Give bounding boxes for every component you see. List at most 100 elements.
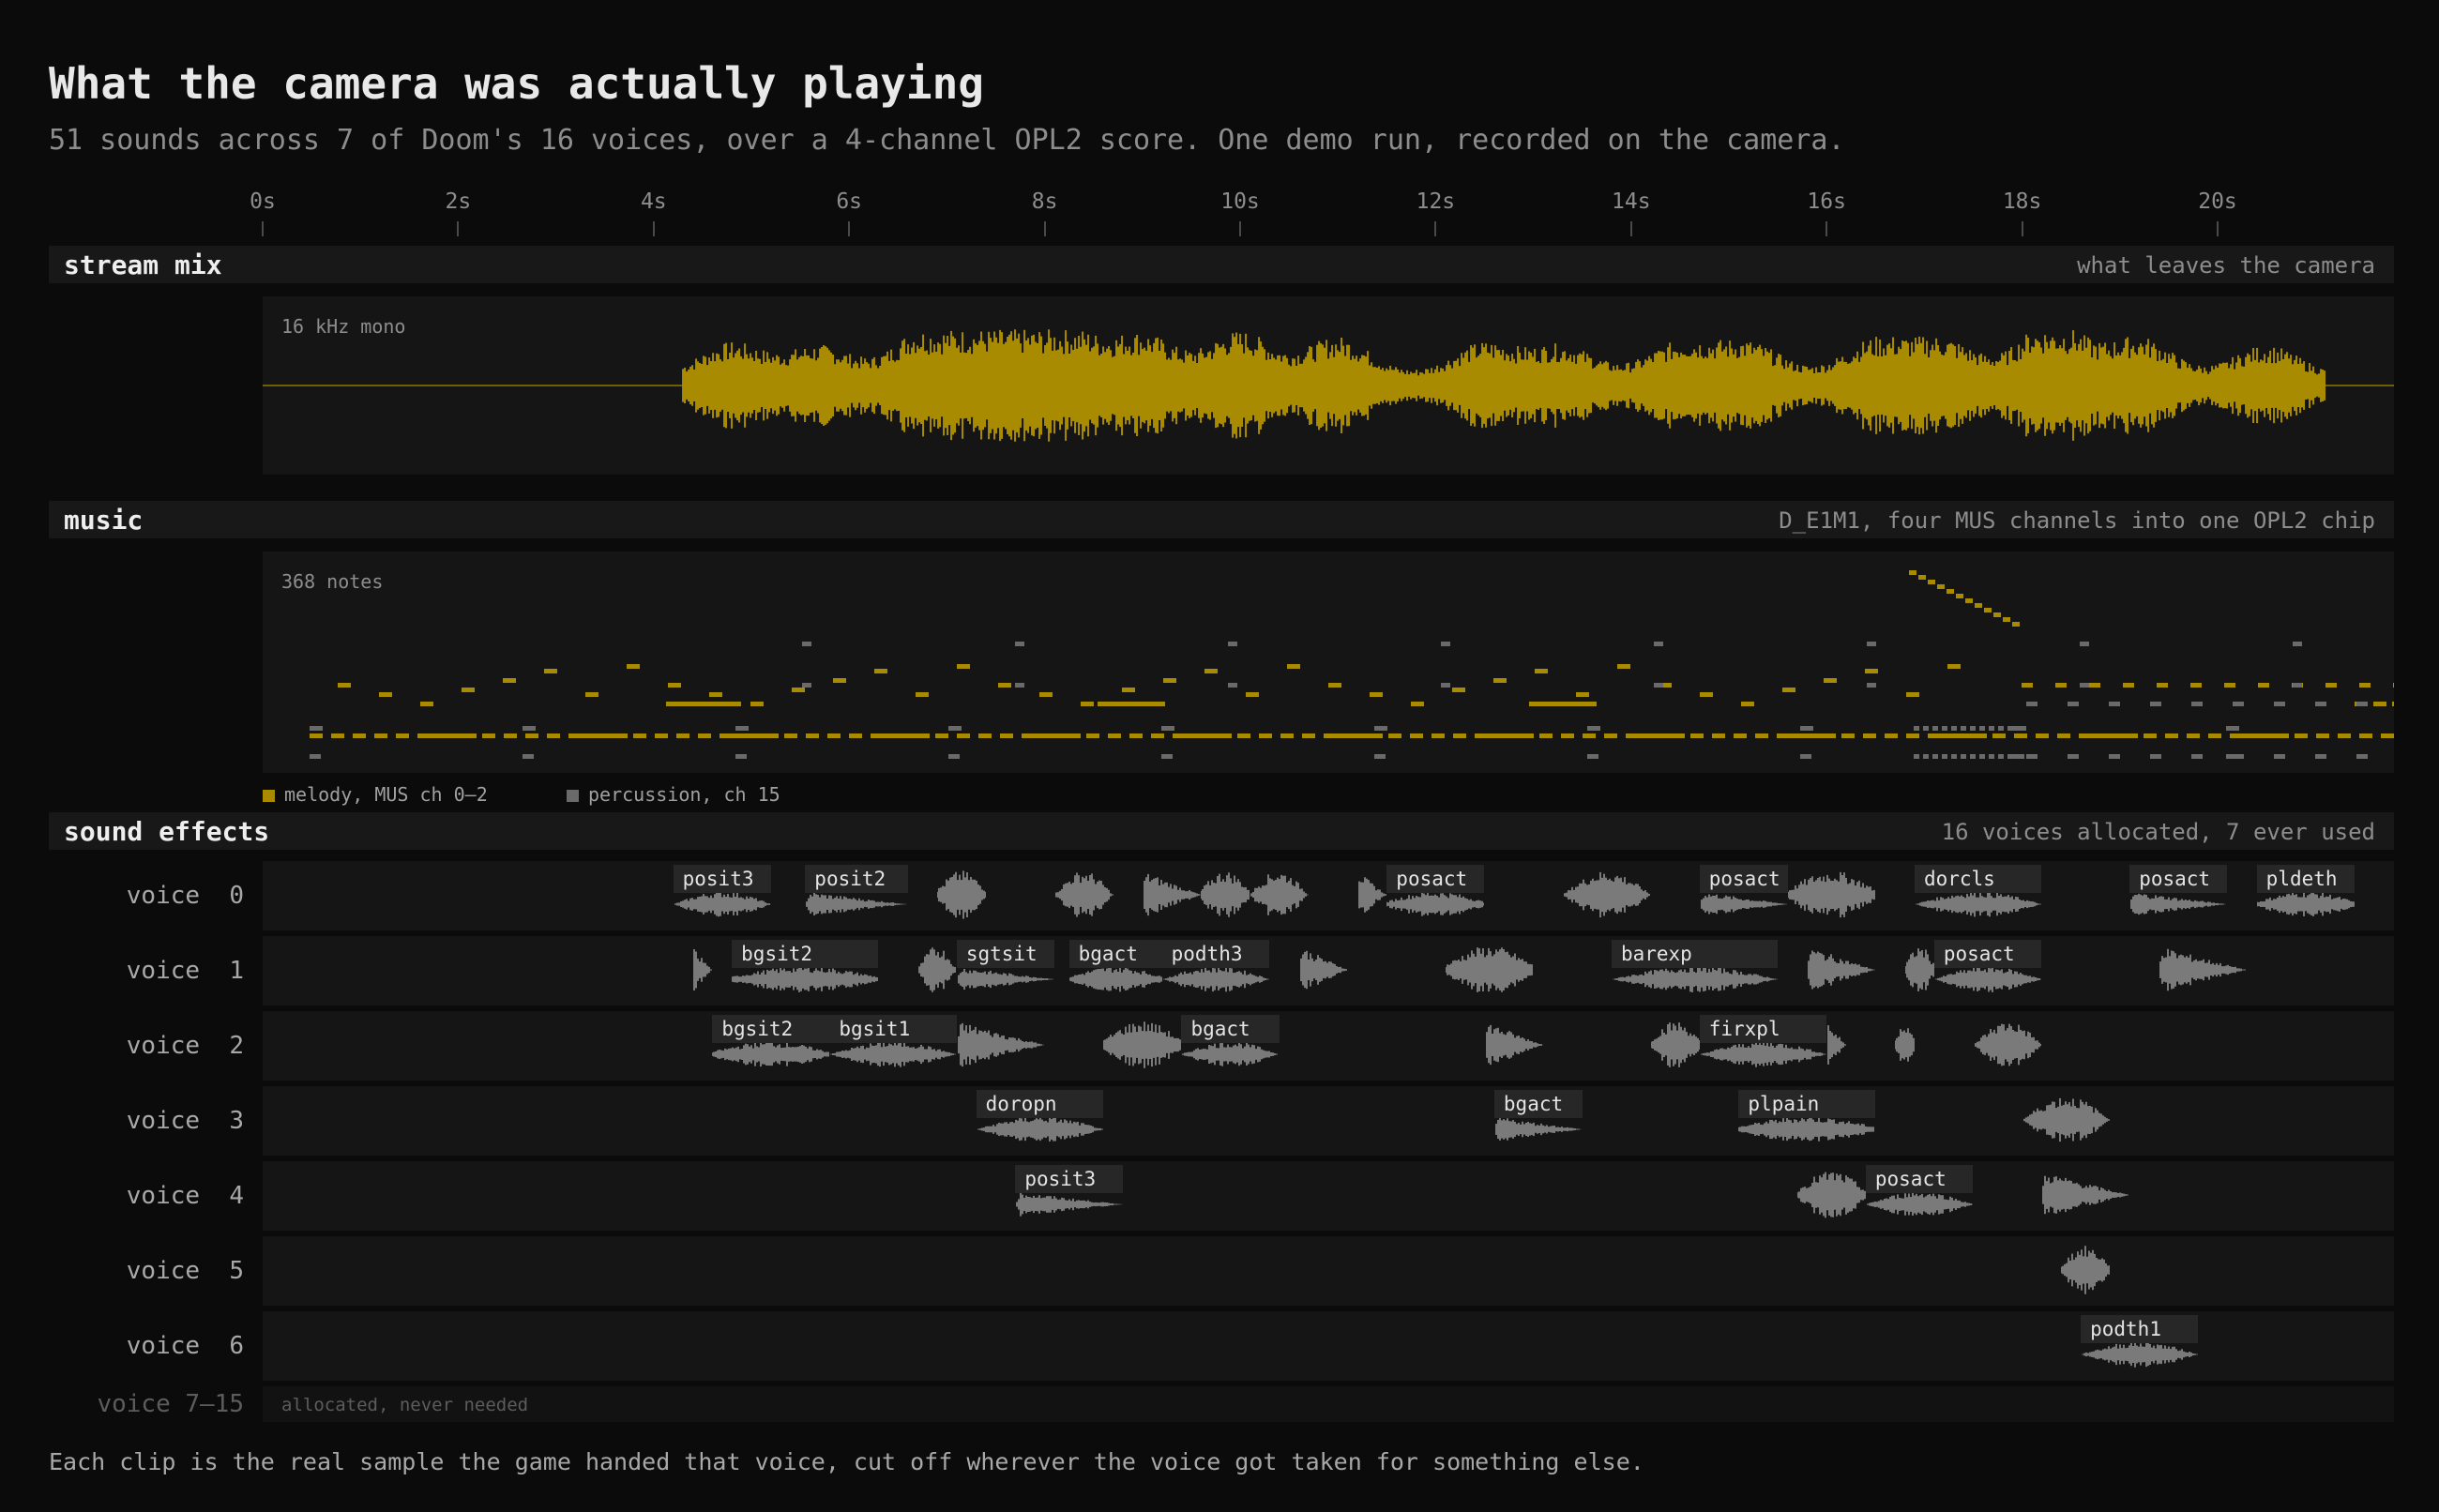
clip-name: posit3	[1015, 1165, 1123, 1193]
voice-label: voice 5	[126, 1257, 244, 1285]
tick-mark	[1434, 221, 1437, 236]
clip-waveform	[2159, 948, 2247, 991]
sound-clip: posit3	[673, 865, 771, 921]
clip-signal	[830, 1041, 957, 1067]
clip-name: posit2	[805, 865, 908, 893]
tick-label: 0s	[250, 189, 276, 214]
clip-waveform	[1808, 950, 1876, 990]
voice-label: voice 4	[126, 1182, 244, 1210]
clip-signal	[1143, 873, 1202, 916]
clip-signal	[1358, 877, 1387, 913]
clip-waveform	[1796, 1172, 1866, 1218]
music-note: D_E1M1, four MUS channels into one OPL2 …	[1779, 507, 2375, 534]
sound-clip	[1143, 865, 1202, 921]
clip-signal	[1650, 1022, 1700, 1067]
stream-format-label: 16 kHz mono	[281, 315, 406, 338]
clip-signal	[1201, 872, 1250, 917]
clip-name: bgsit2	[712, 1015, 830, 1043]
clip-signal	[806, 893, 908, 915]
sound-clip: posit3	[1015, 1165, 1123, 1221]
clip-signal	[2022, 1097, 2110, 1142]
clip-signal	[1700, 894, 1787, 915]
clip-name: firxpl	[1699, 1015, 1827, 1043]
sound-clip: barexp	[1611, 940, 1779, 996]
voice-lane: doropn bgact plpain	[263, 1086, 2394, 1156]
sound-clip: bgact	[1068, 940, 1162, 996]
voice-label: voice 6	[126, 1332, 244, 1360]
clip-name: dorcls	[1914, 865, 2042, 893]
clip-waveform	[2042, 1175, 2129, 1215]
sound-clip	[1485, 1015, 1544, 1071]
clip-signal	[1934, 966, 2042, 992]
tick-mark	[1825, 221, 1828, 236]
clip-signal	[2159, 948, 2247, 991]
clip-signal	[1787, 871, 1875, 918]
music-title: music	[64, 505, 144, 536]
sound-effects-title: sound effects	[64, 816, 270, 847]
percussion-swatch	[567, 790, 579, 802]
tick-mark	[457, 221, 460, 236]
clip-signal	[957, 968, 1054, 990]
tick-mark	[848, 221, 851, 236]
clip-name: sgtsit	[956, 940, 1054, 968]
sound-clip: firxpl	[1699, 1015, 1827, 1071]
tick-label: 10s	[1220, 189, 1260, 214]
sound-clip	[1250, 865, 1309, 921]
clip-name: posact	[1933, 940, 2042, 968]
sound-clip: bgsit1	[829, 1015, 957, 1071]
clip-signal	[1494, 1118, 1582, 1141]
clip-signal	[1796, 1172, 1866, 1218]
unused-voices-label: voice 7–15	[97, 1390, 244, 1418]
stream-mix-header: stream mix what leaves the camera	[49, 246, 2394, 283]
sound-clip	[1974, 1015, 2042, 1071]
waveform-signal	[682, 329, 2326, 442]
sound-clip: bgsit2	[732, 940, 879, 996]
clip-signal	[1445, 947, 1533, 992]
tick-label: 18s	[2002, 189, 2042, 214]
sound-effects-header: sound effects 16 voices allocated, 7 eve…	[49, 812, 2394, 850]
tick-label: 12s	[1416, 189, 1456, 214]
clip-signal	[1808, 950, 1876, 990]
sound-clip: posact	[1933, 940, 2042, 996]
clip-signal	[1485, 1024, 1544, 1066]
sound-clip	[1445, 940, 1534, 996]
sound-clip	[692, 940, 713, 996]
sound-clip	[1787, 865, 1876, 921]
sound-clip	[2041, 1165, 2129, 1221]
sound-clip	[1650, 1015, 1700, 1071]
clip-waveform	[1904, 948, 1934, 991]
clip-waveform	[1485, 1024, 1544, 1066]
sound-clip	[1796, 1165, 1866, 1221]
clip-name: bgsit1	[829, 1015, 957, 1043]
clip-name: posact	[1699, 865, 1788, 893]
clip-name: pldeth	[2256, 865, 2355, 893]
clip-signal	[977, 1117, 1103, 1142]
sound-clip	[1103, 1015, 1182, 1071]
stream-mix-note: what leaves the camera	[2077, 252, 2375, 279]
clip-signal	[732, 966, 879, 992]
clip-waveform	[957, 1022, 1044, 1067]
sound-clip	[1299, 940, 1348, 996]
clip-signal	[693, 949, 713, 990]
clip-name: barexp	[1611, 940, 1779, 968]
music-panel: 368 notes	[263, 552, 2394, 773]
tick-mark	[1629, 221, 1632, 236]
sound-effects-note: 16 voices allocated, 7 ever used	[1941, 819, 2375, 845]
sound-clip: sgtsit	[956, 940, 1054, 996]
sound-clip: podth3	[1161, 940, 1270, 996]
clip-waveform	[1358, 877, 1387, 913]
sound-clip: posact	[1865, 1165, 1974, 1221]
clip-signal	[918, 947, 957, 992]
clip-waveform	[2022, 1097, 2110, 1142]
clip-signal	[1895, 1028, 1915, 1062]
clip-waveform	[1445, 947, 1533, 992]
clip-signal	[1904, 948, 1934, 991]
sound-clip: bgact	[1181, 1015, 1280, 1071]
sound-clip	[917, 940, 957, 996]
clip-signal	[1974, 1023, 2042, 1066]
note-count-label: 368 notes	[281, 570, 384, 593]
sound-clip	[2022, 1090, 2111, 1146]
sound-clip: bgact	[1493, 1090, 1583, 1146]
clip-waveform	[2061, 1246, 2111, 1294]
clip-waveform	[1103, 1021, 1182, 1068]
